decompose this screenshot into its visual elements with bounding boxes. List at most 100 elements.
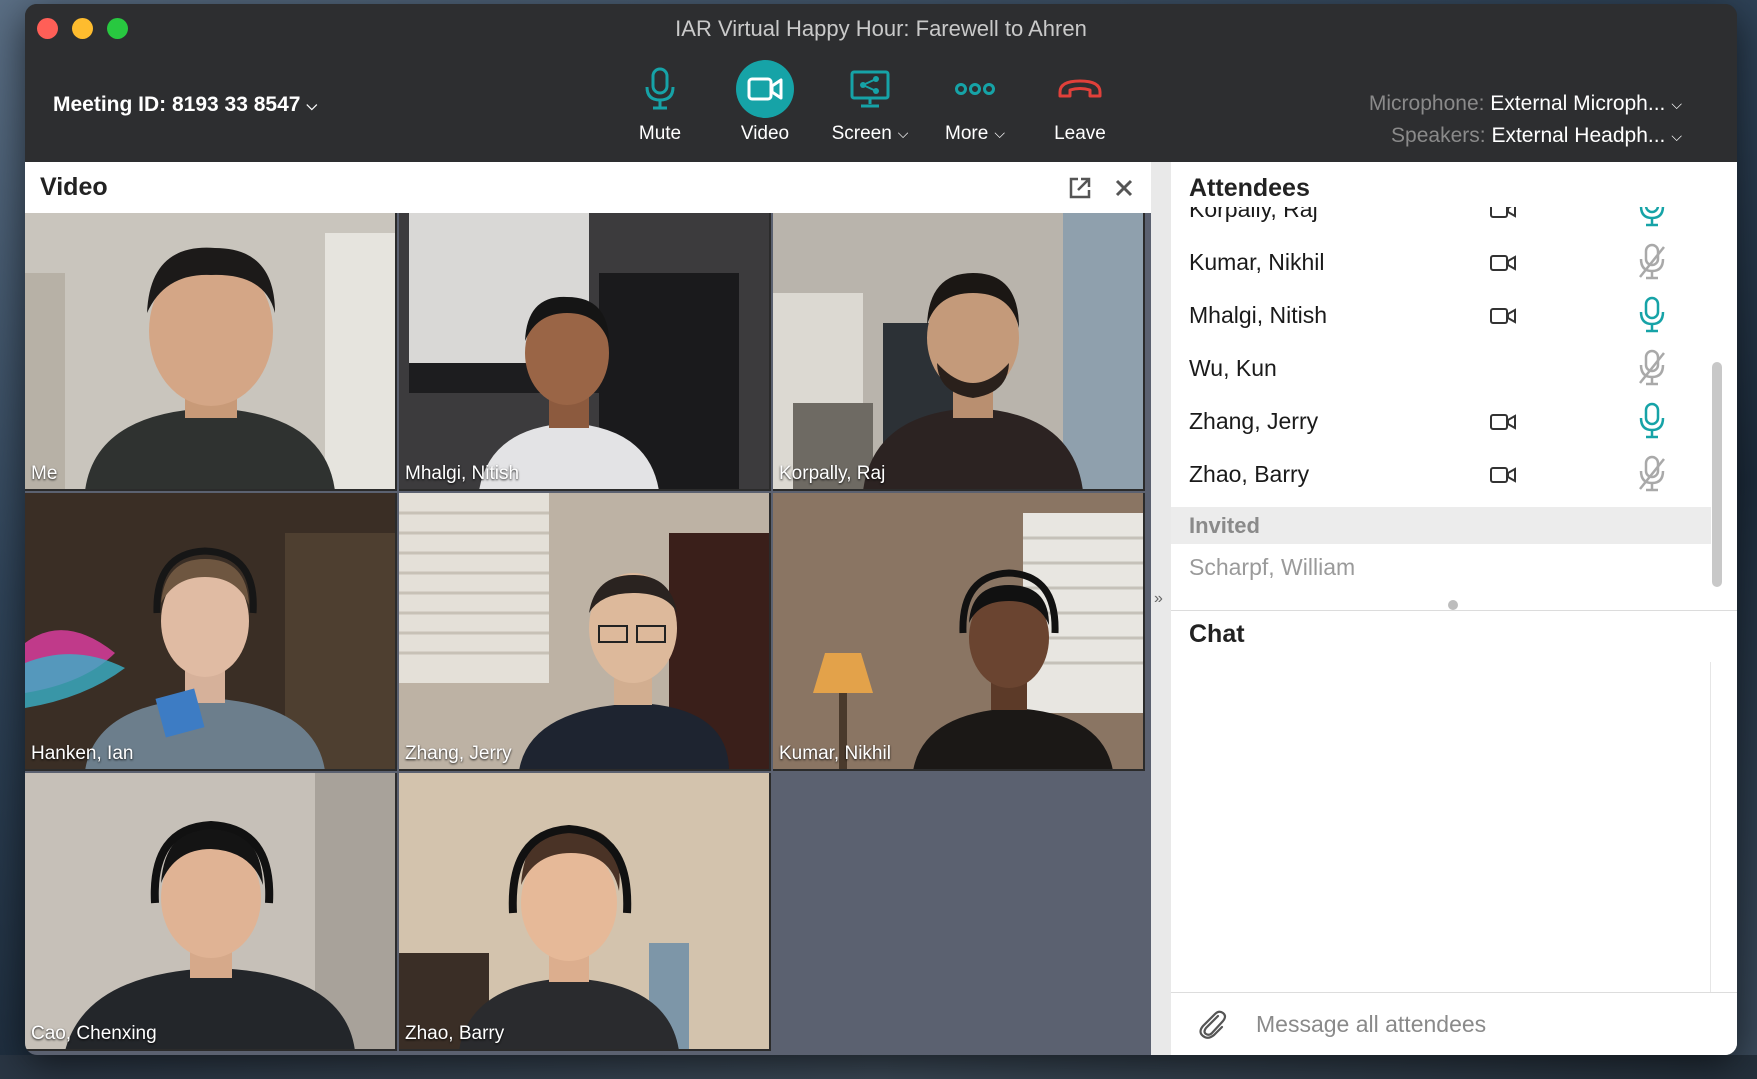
video-panel: Video Me Mhalgi, Nitish Korpally, Raj Ha… xyxy=(25,162,1151,1055)
attendee-name: Zhao, Barry xyxy=(1189,461,1310,487)
paperclip-icon[interactable] xyxy=(1196,1007,1230,1041)
participant-name: Zhao, Barry xyxy=(405,1023,505,1044)
resize-handle[interactable] xyxy=(1448,600,1458,610)
video-panel-header: Video xyxy=(25,162,1151,213)
attendee-row-zhang-jerry[interactable]: Zhang, Jerry xyxy=(1171,398,1711,451)
chevron-down-icon: ⌵ xyxy=(897,125,909,141)
microphone-muted-icon xyxy=(1639,455,1665,492)
mute-button[interactable]: Mute xyxy=(610,59,710,149)
attendee-name: Mhalgi, Nitish xyxy=(1189,302,1328,328)
attendee-name: Korpally, Raj xyxy=(1189,207,1318,222)
microphone-icon xyxy=(630,59,690,119)
video-tile-mhalgi-nitish[interactable]: Mhalgi, Nitish xyxy=(399,213,771,491)
participant-video-feed xyxy=(773,213,1143,489)
screen-label: Screen xyxy=(831,123,892,144)
leave-button[interactable]: Leave xyxy=(1030,59,1130,149)
attendee-row-kumar-nikhil[interactable]: Kumar, Nikhil xyxy=(1171,239,1711,292)
microphone-active-icon xyxy=(1639,296,1665,333)
video-button[interactable]: Video xyxy=(715,59,815,149)
leave-label: Leave xyxy=(1054,123,1106,144)
participant-name: Me xyxy=(31,463,58,484)
video-tile-zhao-barry[interactable]: Zhao, Barry xyxy=(399,773,771,1051)
meeting-id-dropdown[interactable]: Meeting ID: 8193 33 8547 ⌵ xyxy=(53,93,317,117)
attendee-list-scrollbar[interactable] xyxy=(1712,362,1722,587)
empty-video-slot xyxy=(773,773,1149,1055)
participant-video-feed xyxy=(399,773,769,1049)
popout-icon[interactable] xyxy=(1067,175,1093,201)
chevron-down-icon: ⌵ xyxy=(1671,96,1682,112)
speakers-select[interactable]: Speakers: External Headph... ⌵ xyxy=(1391,124,1682,148)
participant-name: Cao, Chenxing xyxy=(31,1023,157,1044)
attendee-row-mhalgi-nitish[interactable]: Mhalgi, Nitish xyxy=(1171,292,1711,345)
video-panel-title: Video xyxy=(40,173,108,201)
more-label: More xyxy=(945,123,989,144)
microphone-select[interactable]: Microphone: External Microph... ⌵ xyxy=(1369,92,1682,116)
participant-video-feed xyxy=(25,773,395,1049)
microphone-active-icon xyxy=(1639,207,1665,227)
participant-video-feed xyxy=(773,493,1143,769)
meeting-window: IAR Virtual Happy Hour: Farewell to Ahre… xyxy=(25,4,1737,1055)
camera-icon xyxy=(1490,255,1516,271)
attendee-row-korpally-raj[interactable]: Korpally, Raj xyxy=(1171,207,1711,239)
invited-attendee-name[interactable]: Scharpf, William xyxy=(1189,554,1355,581)
participant-name: Mhalgi, Nitish xyxy=(405,463,520,484)
side-panel: Attendees Korpally, Raj Kumar, Nikhil Mh… xyxy=(1171,162,1737,1055)
chat-message-area[interactable] xyxy=(1171,662,1711,992)
attendee-row-wu-kun[interactable]: Wu, Kun xyxy=(1171,345,1711,398)
video-tile-kumar-nikhil[interactable]: Kumar, Nikhil xyxy=(773,493,1145,771)
camera-icon xyxy=(1490,207,1516,218)
pane-divider xyxy=(1171,610,1737,611)
window-title: IAR Virtual Happy Hour: Farewell to Ahre… xyxy=(675,16,1087,41)
phone-hangup-icon xyxy=(1050,59,1110,119)
video-tile-zhang-jerry[interactable]: Zhang, Jerry xyxy=(399,493,771,771)
chevron-down-icon: ⌵ xyxy=(1671,128,1682,144)
toolbar: IAR Virtual Happy Hour: Farewell to Ahre… xyxy=(25,4,1737,162)
microphone-muted-icon xyxy=(1639,243,1665,280)
participant-name: Korpally, Raj xyxy=(779,463,886,484)
speakers-key: Speakers: xyxy=(1391,124,1486,147)
microphone-active-icon xyxy=(1639,402,1665,439)
screen-share-button[interactable]: Screen ⌵ xyxy=(820,59,920,149)
microphone-value: External Microph... xyxy=(1490,92,1666,115)
microphone-key: Microphone: xyxy=(1368,92,1485,115)
participant-video-feed xyxy=(399,493,769,769)
participant-video-feed xyxy=(25,213,395,489)
chat-message-input[interactable] xyxy=(1256,1005,1716,1043)
attendee-name: Zhang, Jerry xyxy=(1189,408,1319,434)
attendee-list[interactable]: Korpally, Raj Kumar, Nikhil Mhalgi, Niti… xyxy=(1171,207,1711,507)
double-chevron-right-icon[interactable]: » xyxy=(1154,590,1163,608)
participant-name: Zhang, Jerry xyxy=(405,743,512,764)
attendee-name: Wu, Kun xyxy=(1189,355,1277,381)
camera-icon xyxy=(1490,308,1516,324)
microphone-muted-icon xyxy=(1639,349,1665,386)
attendees-title: Attendees xyxy=(1189,174,1310,202)
screen-share-icon xyxy=(840,59,900,119)
participant-name: Kumar, Nikhil xyxy=(779,743,891,764)
more-dots-icon xyxy=(945,59,1005,119)
participant-video-feed xyxy=(25,493,395,769)
participant-name: Hanken, Ian xyxy=(31,743,134,764)
video-tile-korpally-raj[interactable]: Korpally, Raj xyxy=(773,213,1145,491)
more-button[interactable]: More ⌵ xyxy=(925,59,1025,149)
invited-section-header: Invited xyxy=(1171,507,1711,544)
video-tile-hanken-ian[interactable]: Hanken, Ian xyxy=(25,493,397,771)
camera-icon xyxy=(1490,467,1516,483)
video-tile-cao-chenxing[interactable]: Cao, Chenxing xyxy=(25,773,397,1051)
desktop-background xyxy=(0,1055,1757,1079)
meeting-id-label: Meeting ID: 8193 33 8547 xyxy=(53,93,301,116)
chevron-down-icon: ⌵ xyxy=(306,97,318,113)
invited-header-label: Invited xyxy=(1189,513,1260,538)
participant-video-feed xyxy=(399,213,769,489)
video-tile-me[interactable]: Me xyxy=(25,213,397,491)
attendee-name: Kumar, Nikhil xyxy=(1189,249,1325,275)
mute-label: Mute xyxy=(638,123,682,144)
chat-input-bar xyxy=(1171,992,1737,1055)
close-icon[interactable] xyxy=(1112,176,1136,200)
chat-title: Chat xyxy=(1189,620,1245,648)
video-camera-icon xyxy=(736,60,794,118)
video-label: Video xyxy=(740,123,790,144)
pane-splitter[interactable]: » xyxy=(1151,162,1171,1055)
attendee-row-zhao-barry[interactable]: Zhao, Barry xyxy=(1171,451,1711,504)
speakers-value: External Headph... xyxy=(1491,124,1666,147)
chevron-down-icon: ⌵ xyxy=(994,125,1005,141)
